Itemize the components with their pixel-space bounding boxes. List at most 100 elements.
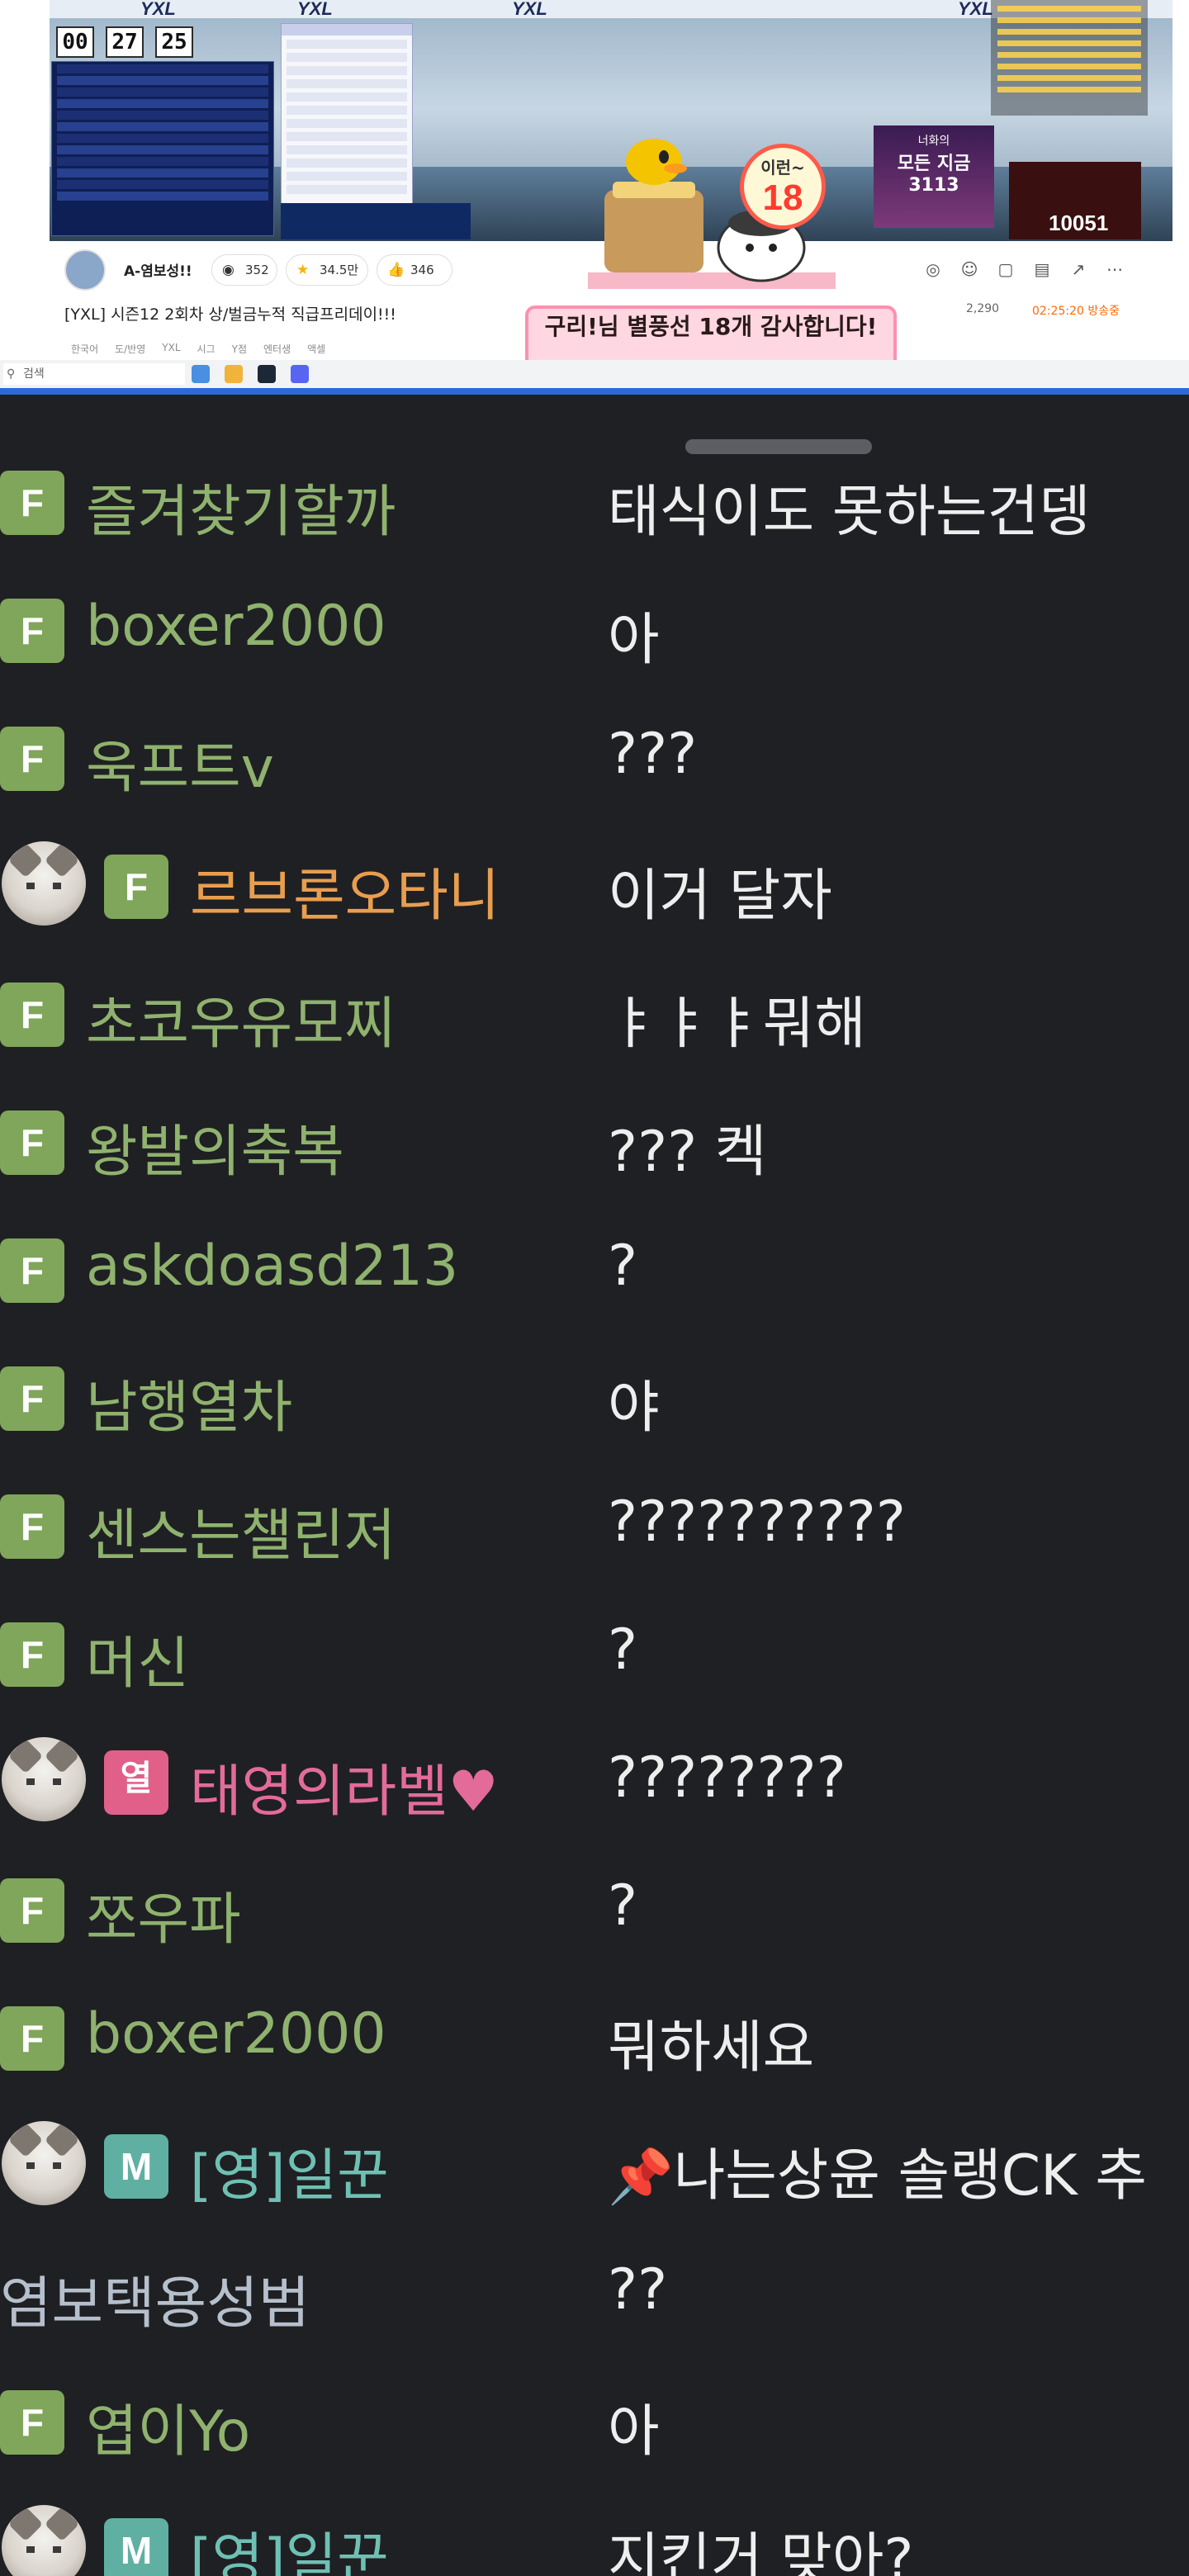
user-avatar[interactable] bbox=[2, 2505, 86, 2576]
taskbar-search[interactable]: ⚲ 검색 bbox=[3, 363, 185, 385]
user-badge: F bbox=[0, 2006, 64, 2071]
webcam-overlay: 10051 bbox=[1009, 162, 1141, 239]
user-badge: 열 bbox=[104, 1750, 168, 1815]
user-badge: F bbox=[0, 1238, 64, 1303]
user-avatar[interactable] bbox=[2, 1737, 86, 1821]
eye-icon: ◉ bbox=[222, 262, 234, 278]
user-badge: F bbox=[0, 727, 64, 791]
message-body: ??? 켁 bbox=[608, 1120, 767, 1185]
message-body: 태식이도 못하는건뎅 bbox=[608, 480, 1091, 545]
chat-nickname[interactable]: 르브론오타니 bbox=[190, 850, 500, 931]
chat-nickname[interactable]: 염보택용성범 bbox=[0, 2257, 310, 2339]
stream-screenshot: YXL YXL YXL YXL 00 27 25 너화의 모든 지금 3113 … bbox=[0, 0, 1189, 395]
calendar-icon[interactable]: ▤ bbox=[1032, 259, 1052, 279]
chat-message-text: ??? bbox=[608, 722, 697, 787]
chat-nickname[interactable]: boxer2000 bbox=[86, 2001, 386, 2067]
like-pill[interactable]: 👍 346 bbox=[377, 254, 452, 286]
chat-message-row: Fboxer2000 뭐하세요 bbox=[0, 1980, 1189, 2087]
chat-message-text: 아 bbox=[608, 594, 660, 675]
burst-number: 18 bbox=[762, 178, 803, 218]
message-body: 아 bbox=[608, 608, 660, 673]
message-body: 나는상윤 솔랭CK 추 bbox=[673, 2143, 1147, 2209]
chat-panel: F 즐겨찾기할까 태식이도 못하는건뎅 Fboxer2000 아 F 욱프트v??? F 르브론… bbox=[0, 395, 1189, 2576]
steam-icon[interactable] bbox=[258, 365, 276, 383]
tag[interactable]: 액셀 bbox=[304, 340, 329, 358]
chat-nickname[interactable]: 머신 bbox=[86, 1617, 189, 1699]
chat-nickname[interactable]: 욱프트v bbox=[86, 722, 274, 803]
user-avatar[interactable] bbox=[2, 2121, 86, 2205]
thumbs-up-icon: 👍 bbox=[387, 262, 405, 278]
user-badge: F bbox=[0, 471, 64, 535]
yxl-logo: YXL bbox=[297, 0, 333, 19]
promo-line3: 3113 bbox=[908, 175, 959, 196]
share-icon[interactable]: ↗ bbox=[1068, 259, 1088, 279]
message-body: ?????????? bbox=[608, 1489, 906, 1555]
streamer-name[interactable]: A-염보성!! bbox=[124, 259, 192, 280]
chat-icon[interactable]: ☺ bbox=[959, 259, 979, 279]
chat-message-row: F 센스는챌린저?????????? bbox=[0, 1468, 1189, 1575]
user-badge: F bbox=[0, 1110, 64, 1175]
more-icon[interactable]: ⋯ bbox=[1105, 259, 1125, 279]
taskbar-search-label: 검색 bbox=[23, 367, 45, 381]
user-badge: M bbox=[104, 2134, 168, 2199]
timer-hours: 00 bbox=[56, 26, 94, 58]
chat-nickname[interactable]: 센스는챌린저 bbox=[86, 1489, 396, 1571]
chrome-icon[interactable] bbox=[192, 365, 210, 383]
viewer-count: 2,290 bbox=[966, 302, 1000, 315]
message-body: ? bbox=[608, 1234, 638, 1299]
user-badge: M bbox=[104, 2518, 168, 2576]
discord-icon[interactable] bbox=[291, 365, 309, 383]
promo-line1: 너화의 bbox=[917, 135, 950, 148]
tag[interactable]: 시그 bbox=[194, 340, 219, 358]
chat-message-text: 지킨거 맞아? bbox=[608, 2513, 914, 2576]
chat-message-text: 야 bbox=[608, 1361, 660, 1443]
favorite-pill[interactable]: ★ 34.5만 bbox=[286, 254, 368, 286]
chat-message-text: ㅑㅑㅑ뭐해 bbox=[608, 978, 866, 1059]
chat-message-text: 📌나는상윤 솔랭CK 추 bbox=[608, 2129, 1147, 2211]
chat-message-row: Faskdoasd213? bbox=[0, 1212, 1189, 1319]
tag[interactable]: 엔터생 bbox=[260, 340, 294, 358]
message-body: ?? bbox=[608, 2257, 668, 2323]
chat-nickname[interactable]: [영]일꾼 bbox=[190, 2129, 389, 2211]
tag[interactable]: YXL bbox=[159, 340, 183, 358]
chat-message-row: 열 태영의라벨♥???????? bbox=[0, 1724, 1189, 1831]
chat-nickname[interactable]: 왕발의축복 bbox=[86, 1106, 344, 1187]
yxl-logo: YXL bbox=[140, 0, 176, 19]
chat-nickname[interactable]: boxer2000 bbox=[86, 594, 386, 659]
burst-text: 이런~ bbox=[760, 158, 805, 178]
views-pill[interactable]: ◉ 352 bbox=[211, 254, 277, 286]
pin-icon: 📌 bbox=[608, 2147, 674, 2208]
chat-nickname[interactable]: 태영의라벨♥ bbox=[190, 1745, 499, 1827]
streamer-avatar[interactable] bbox=[64, 249, 106, 291]
user-badge: F bbox=[0, 1878, 64, 1943]
chat-nickname[interactable]: 남행열차 bbox=[86, 1361, 292, 1443]
message-body: 뭐하세요 bbox=[608, 2015, 815, 2081]
chat-message-text: 태식이도 못하는건뎅 bbox=[608, 466, 1091, 547]
folder-icon[interactable] bbox=[225, 365, 243, 383]
record-icon[interactable]: ◎ bbox=[923, 259, 943, 279]
chat-nickname[interactable]: askdoasd213 bbox=[86, 1234, 458, 1299]
note-icon[interactable]: ▢ bbox=[996, 259, 1016, 279]
tag[interactable]: 도/반영 bbox=[111, 340, 149, 358]
promo-line2: 모든 지금 bbox=[897, 154, 971, 174]
chat-message-text: ?? bbox=[608, 2257, 667, 2323]
favorite-count: 34.5만 bbox=[320, 263, 359, 277]
user-badge: F bbox=[104, 855, 168, 919]
chat-nickname[interactable]: 엽이Yo bbox=[86, 2385, 250, 2467]
user-badge: F bbox=[0, 983, 64, 1047]
stream-action-icons: ◎ ☺ ▢ ▤ ↗ ⋯ bbox=[923, 259, 1125, 279]
message-body: ? bbox=[608, 1873, 638, 1939]
tag[interactable]: 한국어 bbox=[68, 340, 102, 358]
cam-counter: 10051 bbox=[1049, 211, 1109, 235]
chat-nickname[interactable]: 초코우유모찌 bbox=[86, 978, 396, 1059]
user-avatar[interactable] bbox=[2, 841, 86, 926]
chat-message-row: F 왕발의축복 ??? 켁 bbox=[0, 1084, 1189, 1191]
chat-nickname[interactable]: 즐겨찾기할까 bbox=[86, 466, 396, 547]
chat-message-row: F 엽이Yo 아 bbox=[0, 2364, 1189, 2471]
chat-nickname[interactable]: [영]일꾼 bbox=[190, 2513, 389, 2576]
chat-message-row: F 르브론오타니 이거 달자 bbox=[0, 828, 1189, 935]
chat-nickname[interactable]: 쪼우파 bbox=[86, 1873, 241, 1955]
star-icon: ★ bbox=[296, 262, 310, 278]
tag[interactable]: Y점 bbox=[229, 340, 250, 358]
yxl-logo: YXL bbox=[958, 0, 993, 19]
